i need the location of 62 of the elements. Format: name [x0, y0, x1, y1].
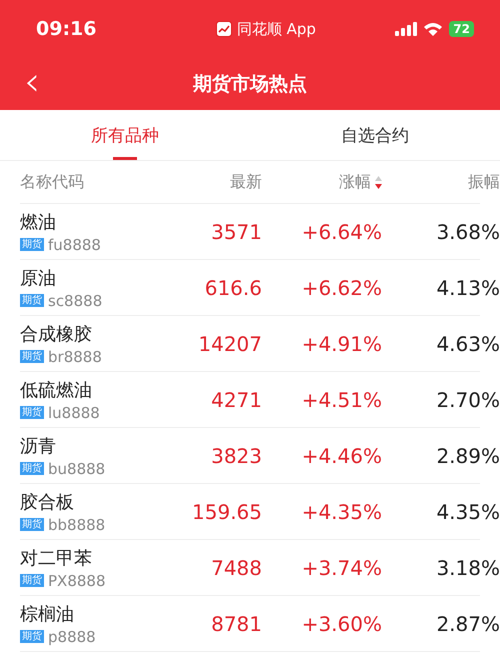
app-logo-icon [216, 21, 232, 37]
status-time: 09:16 [36, 18, 96, 40]
latest-price: 8781 [210, 612, 262, 636]
page-title: 期货市场热点 [193, 72, 307, 97]
change-percent: +3.74% [300, 556, 382, 580]
latest-price: 616.6 [204, 276, 262, 300]
sort-icon[interactable] [375, 176, 382, 188]
contract-name: 棕榈油 [20, 602, 75, 626]
contract-name: 低硫燃油 [20, 378, 93, 402]
latest-price: 4271 [210, 388, 262, 412]
amplitude-percent: 3.68% [435, 220, 500, 244]
latest-price: 7488 [210, 556, 262, 580]
amplitude-percent: 2.70% [435, 388, 500, 412]
latest-price: 14207 [197, 332, 262, 356]
battery-indicator: 72 [449, 21, 474, 37]
signal-icon [395, 22, 418, 36]
amplitude-percent: 4.35% [435, 500, 500, 524]
futures-tag: 期货 [20, 518, 44, 531]
contract-code: fu8888 [48, 236, 101, 254]
futures-tag: 期货 [20, 574, 44, 587]
change-percent: +4.46% [300, 444, 382, 468]
amplitude-percent: 2.87% [435, 612, 500, 636]
amplitude-percent: 3.18% [435, 556, 500, 580]
column-header[interactable]: 涨幅 [339, 172, 371, 192]
futures-tag: 期货 [20, 630, 44, 643]
contract-code: bu8888 [48, 460, 106, 478]
contract-name: 合成橡胶 [20, 322, 93, 346]
change-percent: +4.35% [300, 500, 382, 524]
contract-code: br8888 [48, 348, 102, 366]
tab[interactable]: 自选合约 [341, 110, 409, 160]
amplitude-percent: 2.89% [435, 444, 500, 468]
futures-tag: 期货 [20, 462, 44, 475]
contract-code: lu8888 [48, 404, 100, 422]
change-percent: +6.62% [300, 276, 382, 300]
contract-name: 胶合板 [20, 490, 75, 514]
amplitude-percent: 4.63% [435, 332, 500, 356]
contract-code: p8888 [48, 628, 96, 646]
change-percent: +4.51% [300, 388, 382, 412]
futures-tag: 期货 [20, 238, 44, 251]
futures-tag: 期货 [20, 350, 44, 363]
app-name: 同花顺 App [236, 20, 316, 38]
latest-price: 159.65 [191, 500, 262, 524]
wifi-icon [423, 22, 444, 36]
latest-price: 3823 [210, 444, 262, 468]
change-percent: +4.91% [300, 332, 382, 356]
contract-name: 原油 [20, 266, 57, 290]
contract-name: 沥青 [20, 434, 57, 458]
futures-tag: 期货 [20, 294, 44, 307]
change-percent: +6.64% [300, 220, 382, 244]
change-percent: +3.60% [300, 612, 382, 636]
column-header[interactable]: 名称代码 [20, 172, 84, 192]
contract-code: bb8888 [48, 516, 106, 534]
contract-code: sc8888 [48, 292, 102, 310]
contract-name: 燃油 [20, 210, 57, 234]
contract-name: 对二甲苯 [20, 546, 93, 570]
amplitude-percent: 4.13% [435, 276, 500, 300]
column-header[interactable]: 最新 [230, 172, 262, 192]
back-button[interactable]: ‹ [20, 62, 44, 102]
column-header[interactable]: 振幅 [468, 172, 500, 192]
futures-tag: 期货 [20, 406, 44, 419]
latest-price: 3571 [210, 220, 262, 244]
contract-code: PX8888 [48, 572, 106, 590]
